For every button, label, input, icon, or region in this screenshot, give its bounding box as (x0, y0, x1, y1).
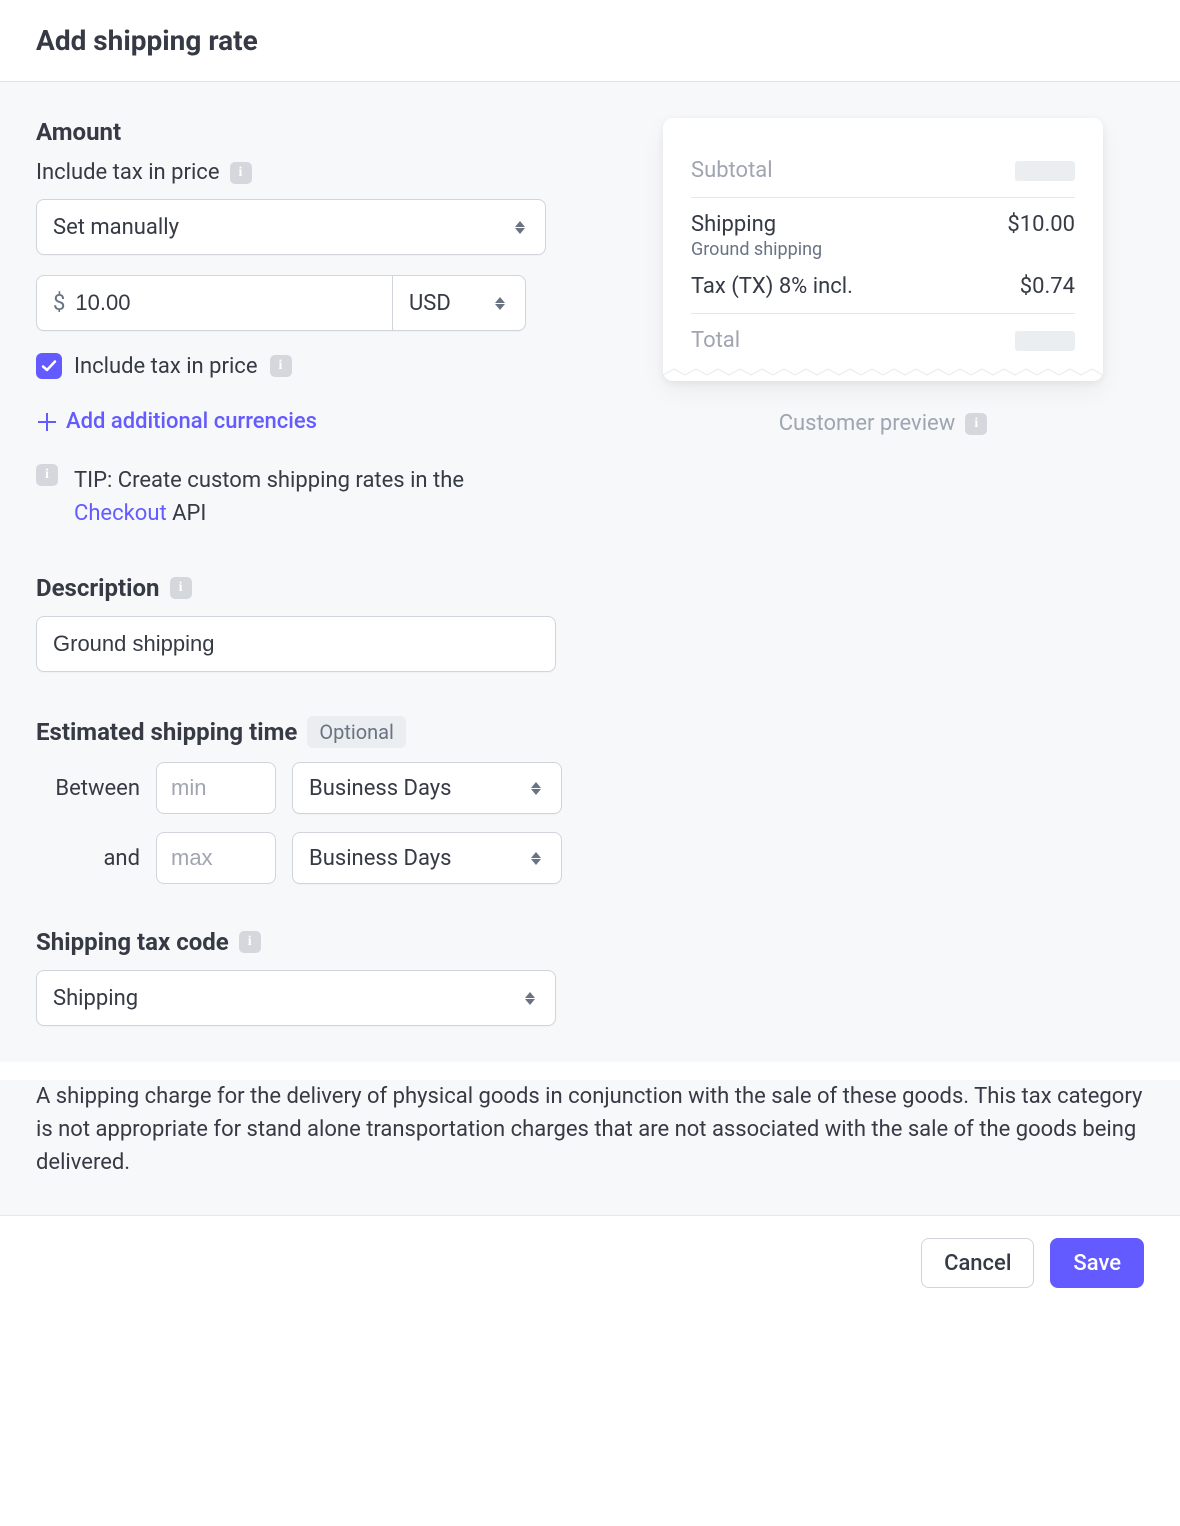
form-column: Amount Include tax in price Set manually… (36, 118, 562, 1026)
include-tax-checkbox[interactable] (36, 353, 62, 379)
amount-row: $ USD (36, 275, 526, 331)
max-unit-value: Business Days (309, 846, 452, 871)
tip-text: TIP: Create custom shipping rates in the… (74, 464, 562, 530)
chevron-updown-icon (491, 292, 509, 314)
info-icon[interactable] (965, 413, 987, 435)
preview-caption: Customer preview (779, 411, 988, 436)
amount-input-wrapper: $ (36, 275, 392, 331)
info-icon[interactable] (230, 162, 252, 184)
and-label: and (36, 846, 140, 871)
info-icon[interactable] (270, 355, 292, 377)
include-tax-label-text: Include tax in price (36, 160, 220, 185)
modal-header: Add shipping rate (0, 0, 1180, 82)
subtotal-label: Subtotal (691, 158, 773, 183)
min-unit-select[interactable]: Business Days (292, 762, 562, 814)
time-max-row: and Business Days (36, 832, 562, 884)
amount-title: Amount (36, 118, 562, 146)
add-currencies-text: Add additional currencies (66, 409, 317, 434)
shipping-label: Shipping (691, 212, 822, 237)
tip-suffix: API (167, 501, 207, 526)
preview-shipping-row: Shipping Ground shipping $10.00 (691, 198, 1075, 274)
preview-tax-row: Tax (TX) 8% incl. $0.74 (691, 274, 1075, 313)
currency-symbol: $ (53, 291, 65, 316)
description-input[interactable] (53, 631, 539, 657)
total-label: Total (691, 328, 740, 353)
time-min-row: Between Business Days (36, 762, 562, 814)
amount-section: Amount Include tax in price Set manually… (36, 118, 562, 530)
tax-code-title: Shipping tax code (36, 928, 562, 956)
save-button[interactable]: Save (1050, 1238, 1144, 1288)
info-icon[interactable] (36, 464, 58, 486)
preview-column: Subtotal Shipping Ground shipping $10.00… (622, 118, 1144, 1026)
checkout-api-link[interactable]: Checkout (74, 501, 167, 526)
tip-row: TIP: Create custom shipping rates in the… (36, 464, 562, 530)
check-icon (41, 358, 57, 374)
info-icon[interactable] (239, 931, 261, 953)
min-unit-value: Business Days (309, 776, 452, 801)
between-label: Between (36, 776, 140, 801)
preview-subtotal-row: Subtotal (691, 144, 1075, 197)
shipping-sublabel: Ground shipping (691, 239, 822, 260)
include-tax-row: Include tax in price (36, 353, 562, 379)
shipping-label-group: Shipping Ground shipping (691, 212, 822, 260)
plus-icon (36, 411, 58, 433)
modal: Add shipping rate Amount Include tax in … (0, 0, 1180, 1310)
subtotal-skeleton (1015, 161, 1075, 181)
optional-badge: Optional (307, 716, 406, 748)
tax-label: Tax (TX) 8% incl. (691, 274, 853, 299)
description-section: Description (36, 574, 562, 672)
description-title: Description (36, 574, 562, 602)
include-tax-checkbox-label: Include tax in price (74, 354, 258, 379)
tax-code-section: Shipping tax code Shipping (36, 928, 562, 1026)
currency-value: USD (409, 291, 451, 316)
info-icon[interactable] (170, 577, 192, 599)
add-currencies-link[interactable]: Add additional currencies (36, 409, 562, 434)
customer-preview-card: Subtotal Shipping Ground shipping $10.00… (663, 118, 1103, 381)
total-skeleton (1015, 331, 1075, 351)
chevron-updown-icon (511, 216, 529, 238)
preview-total-row: Total (691, 314, 1075, 367)
tax-desc-row: A shipping charge for the delivery of ph… (0, 1080, 1180, 1215)
modal-footer: Cancel Save (0, 1215, 1180, 1310)
chevron-updown-icon (527, 847, 545, 869)
tip-prefix: TIP: Create custom shipping rates in the (74, 468, 464, 493)
tax-code-title-text: Shipping tax code (36, 928, 229, 956)
receipt-edge (663, 367, 1103, 381)
chevron-updown-icon (527, 777, 545, 799)
tax-code-description: A shipping charge for the delivery of ph… (36, 1080, 1144, 1179)
shipping-value: $10.00 (1007, 212, 1075, 237)
description-input-wrapper (36, 616, 556, 672)
modal-body: Amount Include tax in price Set manually… (0, 82, 1180, 1062)
shipping-time-title: Estimated shipping time Optional (36, 716, 562, 748)
shipping-time-section: Estimated shipping time Optional Between… (36, 716, 562, 884)
tax-code-select[interactable]: Shipping (36, 970, 556, 1026)
chevron-updown-icon (521, 987, 539, 1009)
tax-value: $0.74 (1020, 274, 1075, 299)
description-title-text: Description (36, 574, 160, 602)
page-title: Add shipping rate (36, 24, 1144, 57)
max-unit-select[interactable]: Business Days (292, 832, 562, 884)
amount-input[interactable] (75, 290, 376, 316)
min-input[interactable] (156, 762, 276, 814)
include-tax-label: Include tax in price (36, 160, 562, 185)
tax-code-value: Shipping (53, 986, 138, 1011)
preview-caption-text: Customer preview (779, 411, 956, 436)
shipping-time-title-text: Estimated shipping time (36, 718, 297, 746)
cancel-button[interactable]: Cancel (921, 1238, 1034, 1288)
amount-mode-value: Set manually (53, 215, 179, 240)
currency-select[interactable]: USD (392, 275, 526, 331)
amount-mode-select[interactable]: Set manually (36, 199, 546, 255)
max-input[interactable] (156, 832, 276, 884)
